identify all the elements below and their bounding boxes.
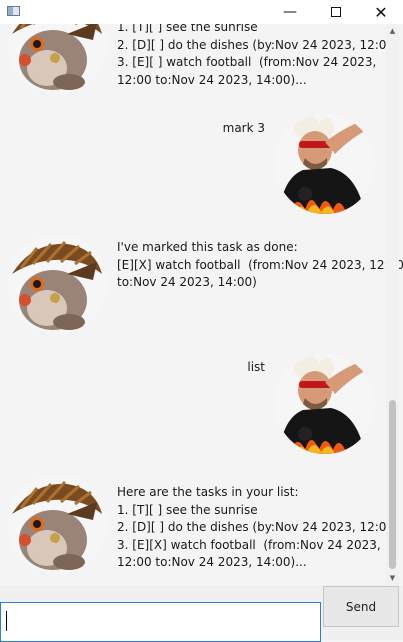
scroll-up-icon[interactable]: ▲ bbox=[386, 24, 399, 38]
bot-avatar bbox=[7, 234, 107, 334]
scrollbar-thumb[interactable] bbox=[389, 400, 396, 569]
maximize-button[interactable] bbox=[313, 0, 359, 24]
minimize-icon: — bbox=[283, 4, 297, 20]
close-icon: ✕ bbox=[374, 2, 388, 22]
close-button[interactable]: ✕ bbox=[358, 0, 403, 24]
title-bar: — ✕ bbox=[0, 0, 403, 24]
send-button[interactable]: Send bbox=[323, 586, 399, 627]
bot-message: I've marked this task as done: [E][X] wa… bbox=[117, 240, 403, 289]
bot-avatar bbox=[7, 24, 107, 94]
minimize-button[interactable]: — bbox=[267, 0, 313, 24]
bot-avatar bbox=[7, 474, 107, 574]
user-avatar bbox=[275, 354, 375, 454]
bot-message: Here are the tasks in your list: 1. [T][… bbox=[117, 485, 399, 569]
vertical-scrollbar[interactable]: ▲ ▼ bbox=[386, 24, 399, 585]
maximize-icon bbox=[331, 7, 341, 17]
scroll-down-icon[interactable]: ▼ bbox=[386, 571, 399, 585]
app-icon bbox=[7, 6, 20, 16]
message-input[interactable] bbox=[0, 602, 321, 642]
text-cursor bbox=[6, 611, 7, 631]
user-message: list bbox=[247, 360, 265, 374]
user-avatar bbox=[275, 114, 375, 214]
bot-message: 1. [T][ ] see the sunrise 2. [D][ ] do t… bbox=[117, 24, 399, 87]
user-message: mark 3 bbox=[222, 121, 265, 135]
input-bar: Send bbox=[0, 585, 403, 642]
chat-scroll-pane[interactable]: 1. [T][ ] see the sunrise 2. [D][ ] do t… bbox=[0, 24, 403, 585]
